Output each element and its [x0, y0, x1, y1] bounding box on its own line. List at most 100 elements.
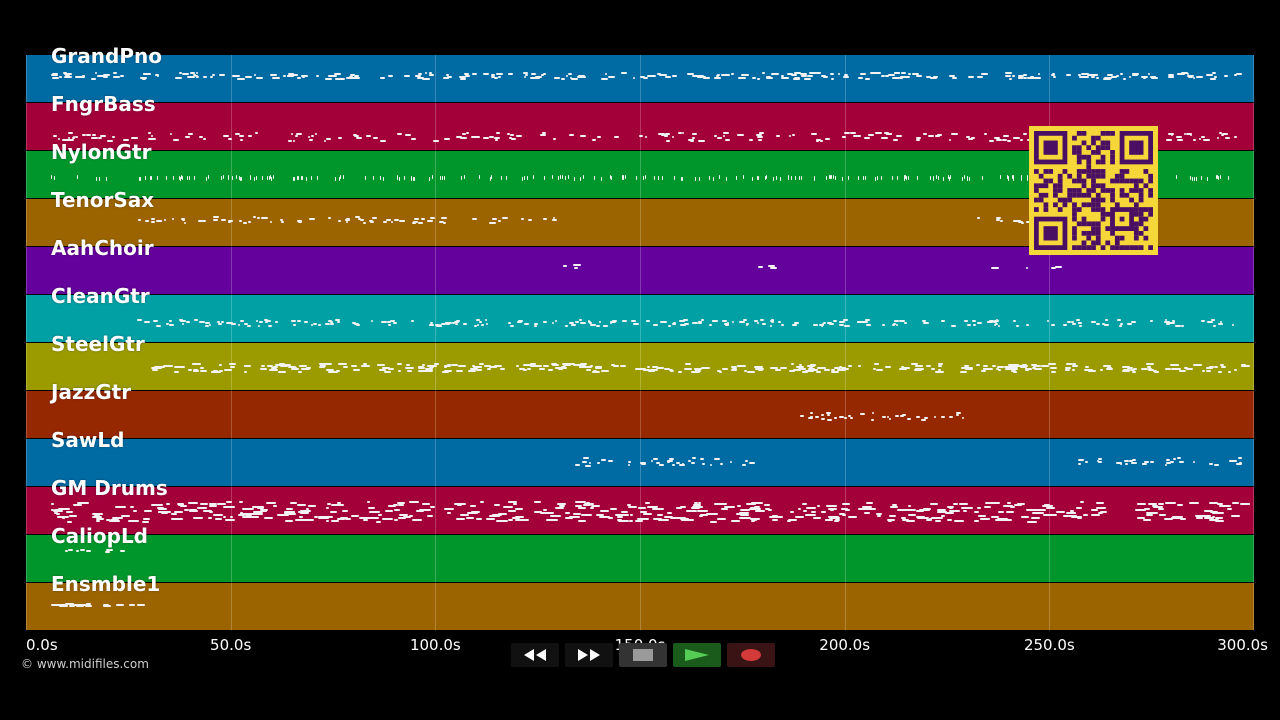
- midi-note: [458, 370, 463, 372]
- midi-note: [790, 511, 795, 514]
- midi-note: [328, 370, 332, 373]
- midi-note: [318, 517, 327, 520]
- midi-note: [682, 176, 684, 181]
- midi-note: [444, 365, 451, 368]
- midi-note: [751, 176, 753, 181]
- midi-note: [765, 75, 771, 78]
- midi-note: [1001, 139, 1007, 142]
- midi-note: [714, 503, 726, 506]
- midi-note: [1130, 321, 1136, 324]
- midi-note: [351, 365, 357, 368]
- midi-note: [839, 368, 846, 371]
- midi-note: [754, 368, 764, 371]
- midi-note: [1213, 365, 1219, 368]
- midi-note: [208, 517, 212, 520]
- midi-note: [1005, 72, 1012, 75]
- midi-note: [925, 365, 932, 368]
- midi-note: [451, 321, 456, 324]
- midi-note: [1201, 370, 1206, 373]
- midi-note: [627, 505, 638, 508]
- midi-note: [982, 364, 988, 367]
- midi-note: [617, 515, 623, 518]
- midi-note: [151, 221, 155, 224]
- midi-note: [949, 175, 951, 180]
- midi-note: [720, 74, 726, 77]
- midi-note: [959, 503, 969, 506]
- fast-forward-button[interactable]: [565, 643, 613, 667]
- midi-note: [428, 324, 434, 327]
- record-button[interactable]: [727, 643, 775, 667]
- midi-note: [678, 370, 682, 373]
- midi-note: [75, 604, 82, 607]
- midi-note: [495, 72, 504, 75]
- midi-note: [672, 464, 676, 467]
- midi-note: [916, 416, 921, 419]
- midi-note: [817, 366, 827, 369]
- midi-note: [1150, 319, 1154, 322]
- midi-note: [692, 321, 699, 324]
- midi-note: [156, 75, 160, 78]
- midi-note: [1206, 369, 1211, 372]
- midi-note: [1004, 368, 1011, 371]
- midi-note: [200, 503, 208, 506]
- midi-note: [429, 366, 434, 369]
- midi-note: [1052, 76, 1057, 79]
- midi-note: [216, 503, 227, 506]
- midi-note: [465, 132, 470, 135]
- midi-note: [538, 368, 545, 371]
- midi-note: [1034, 367, 1043, 370]
- midi-note: [251, 516, 260, 519]
- midi-note: [352, 133, 358, 136]
- midi-note: [871, 418, 874, 421]
- midi-note: [237, 77, 245, 80]
- midi-note: [471, 510, 480, 513]
- midi-note: [732, 367, 737, 370]
- midi-note: [169, 324, 174, 327]
- stop-button[interactable]: [619, 643, 667, 667]
- midi-note: [872, 367, 877, 370]
- midi-note: [1099, 369, 1104, 372]
- midi-note: [1012, 176, 1014, 181]
- midi-note: [429, 73, 435, 76]
- midi-note: [809, 416, 813, 419]
- midi-note: [419, 369, 429, 372]
- track-label: NylonGtr: [51, 140, 152, 164]
- midi-note: [103, 604, 109, 607]
- midi-note: [1116, 74, 1120, 77]
- midi-note: [218, 73, 226, 76]
- midi-note: [1219, 363, 1225, 366]
- play-button[interactable]: [673, 643, 721, 667]
- midi-note: [380, 175, 382, 180]
- midi-note: [243, 323, 248, 326]
- midi-note: [355, 324, 361, 327]
- midi-note: [379, 77, 386, 79]
- midi-note: [1096, 502, 1104, 505]
- midi-note: [684, 367, 693, 370]
- midi-note: [1006, 510, 1015, 513]
- midi-note: [120, 75, 125, 78]
- midi-note: [590, 324, 596, 327]
- midi-note: [698, 321, 703, 324]
- midi-note: [1234, 74, 1237, 77]
- midi-note: [876, 515, 882, 518]
- midi-note: [1198, 138, 1202, 141]
- midi-note: [731, 520, 741, 523]
- midi-note: [813, 323, 819, 326]
- midi-note: [856, 321, 861, 324]
- midi-note: [1146, 363, 1154, 366]
- midi-note: [652, 517, 663, 520]
- midi-note: [318, 323, 321, 326]
- midi-note: [1143, 76, 1146, 79]
- midi-note: [325, 323, 331, 326]
- qr-code-pattern: [1034, 131, 1153, 250]
- midi-note: [166, 364, 174, 367]
- midi-note: [864, 136, 870, 139]
- midi-note: [74, 135, 78, 138]
- midi-note: [713, 458, 720, 461]
- midi-note: [651, 370, 656, 373]
- midi-note: [844, 132, 851, 134]
- midi-note: [839, 321, 846, 324]
- rewind-button[interactable]: [511, 643, 559, 667]
- midi-note: [816, 72, 821, 75]
- midi-note: [726, 176, 728, 181]
